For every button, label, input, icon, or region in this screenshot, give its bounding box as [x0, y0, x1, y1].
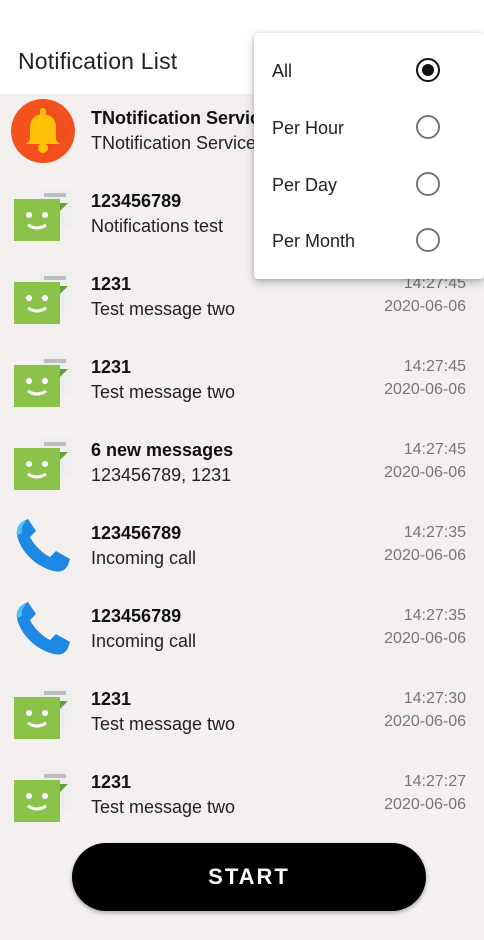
notification-date: 2020-06-06: [384, 381, 466, 398]
messages-app-icon: [10, 679, 76, 745]
notification-time: 14:27:45: [403, 441, 466, 458]
radio-unselected-icon[interactable]: [416, 172, 440, 196]
notification-text: 123456789, 1231: [91, 465, 232, 485]
messages-app-icon: [10, 430, 76, 496]
notification-date: 2020-06-06: [384, 713, 466, 730]
notification-text: Test message two: [91, 299, 236, 319]
notification-title: 1231: [91, 357, 132, 377]
notification-time: 14:27:35: [403, 607, 466, 624]
radio-unselected-icon[interactable]: [416, 115, 440, 139]
notification-text: Incoming call: [91, 631, 197, 651]
notification-text: Incoming call: [91, 548, 197, 568]
notification-text: Test message two: [91, 797, 236, 817]
messages-app-icon: [10, 347, 76, 413]
list-item[interactable]: 1231 Test message two 14:27:45 2020-06-0…: [0, 343, 484, 425]
notification-date: 2020-06-06: [384, 298, 466, 315]
filter-option-label: Per Month: [272, 231, 356, 251]
filter-option-all[interactable]: All: [254, 43, 484, 99]
notification-time: 14:27:35: [403, 524, 466, 541]
page-title: Notification List: [18, 48, 178, 74]
filter-option-per-hour[interactable]: Per Hour: [254, 100, 484, 156]
list-item[interactable]: 1231 Test message two 14:27:27 2020-06-0…: [0, 758, 484, 840]
notification-title: 6 new messages: [91, 440, 234, 460]
filter-option-label: Per Hour: [272, 118, 345, 138]
filter-option-label: Per Day: [272, 175, 338, 195]
phone-icon: [10, 513, 76, 579]
filter-option-per-day[interactable]: Per Day: [254, 157, 484, 213]
notification-time: 14:27:27: [403, 773, 466, 790]
notification-text: Test message two: [91, 714, 236, 734]
notification-title: 123456789: [91, 606, 182, 626]
notification-title: 1231: [91, 689, 132, 709]
notification-title: 123456789: [91, 523, 182, 543]
messages-app-icon: [10, 181, 76, 247]
notification-title: 1231: [91, 274, 132, 294]
phone-icon: [10, 596, 76, 662]
notification-date: 2020-06-06: [384, 796, 466, 813]
filter-option-label: All: [272, 61, 293, 81]
list-item[interactable]: 123456789 Incoming call 14:27:35 2020-06…: [0, 509, 484, 591]
messages-app-icon: [10, 264, 76, 330]
notification-date: 2020-06-06: [384, 630, 466, 647]
messages-app-icon: [10, 762, 76, 828]
filter-option-per-month[interactable]: Per Month: [254, 213, 484, 269]
notification-title: 123456789: [91, 191, 182, 211]
notification-title: 1231: [91, 772, 132, 792]
list-item[interactable]: 6 new messages 123456789, 1231 14:27:45 …: [0, 426, 484, 508]
notification-date: 2020-06-06: [384, 547, 466, 564]
notification-date: 2020-06-06: [384, 464, 466, 481]
list-item[interactable]: 1231 Test message two 14:27:30 2020-06-0…: [0, 675, 484, 757]
radio-selected-icon[interactable]: [416, 58, 440, 82]
radio-unselected-icon[interactable]: [416, 228, 440, 252]
start-button[interactable]: START: [72, 843, 426, 911]
notification-time: 14:27:30: [403, 690, 466, 707]
bell-icon: [10, 98, 76, 164]
list-item[interactable]: 123456789 Incoming call 14:27:35 2020-06…: [0, 592, 484, 674]
notification-time: 14:27:45: [403, 358, 466, 375]
notification-text: Test message two: [91, 382, 236, 402]
notification-title: TNotification Service: [91, 108, 271, 128]
filter-dropdown-menu: All Per Hour Per Day Per Month: [254, 33, 484, 279]
